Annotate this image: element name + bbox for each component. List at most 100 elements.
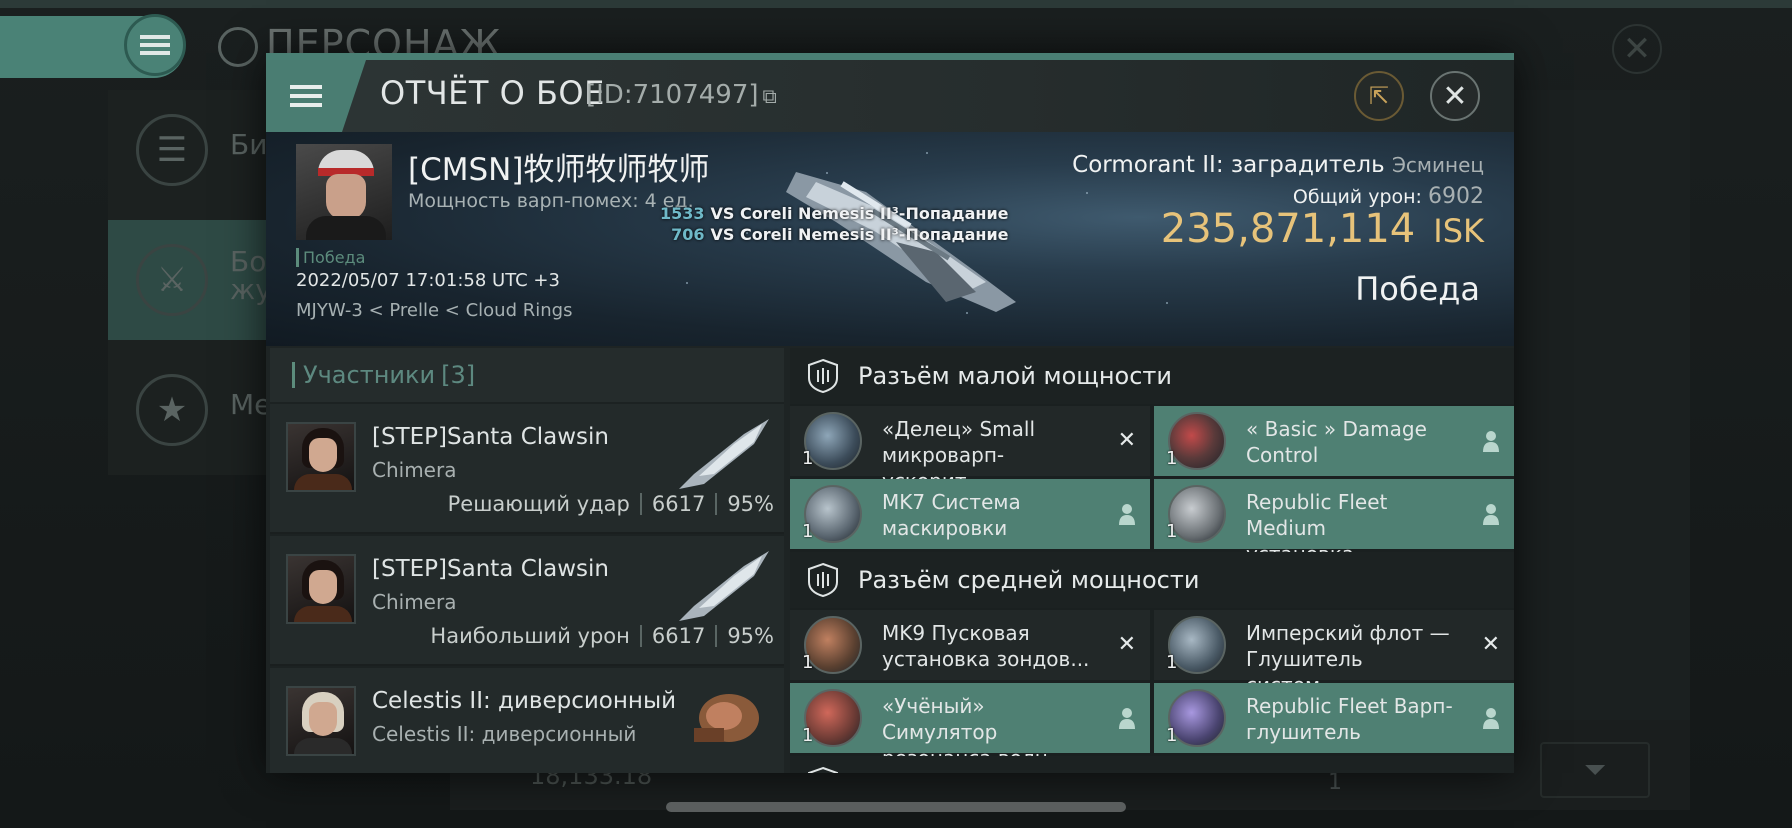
modal-top-accent [266, 53, 1514, 60]
swords-icon: ⚔ [136, 244, 208, 316]
hit-line: 1533 VS Coreli Nemesis II³-Попадание [660, 204, 1009, 223]
copy-icon[interactable]: ⧉ [763, 84, 777, 108]
module-quantity: 1 [802, 725, 814, 746]
person-icon [1119, 504, 1135, 525]
module-slot[interactable]: 1 «Делец» Small микроварп-ускорит... ✕ [790, 406, 1150, 493]
avatar-body [294, 474, 352, 490]
participant-stats: Решающий удар 6617 95% [448, 492, 774, 516]
participant-ship-image [679, 551, 769, 621]
module-quantity: 1 [802, 521, 814, 542]
avatar-body [294, 738, 352, 754]
home-indicator[interactable] [666, 802, 1126, 812]
close-icon[interactable]: ✕ [1430, 71, 1480, 121]
person-icon [1483, 708, 1499, 729]
person-icon [1483, 431, 1499, 452]
sidebar-item-bio[interactable]: ☰ Би [108, 90, 268, 210]
participant-card[interactable]: [STEP]Santa Clawsin Chimera Решающий уда… [270, 404, 784, 534]
isk-amount: 235,871,114 [1160, 206, 1416, 252]
participants-count: [3] [441, 361, 476, 389]
participant-name: [STEP]Santa Clawsin [372, 556, 609, 582]
participant-stats: Наибольший урон 6617 95% [430, 624, 774, 648]
participant-avatar [286, 422, 356, 492]
person-icon [1483, 504, 1499, 525]
participant-ship: Celestis II: диверсионный [372, 722, 637, 746]
participants-header: Участники [3] [270, 348, 784, 402]
star-dot [1086, 192, 1088, 194]
filter-icon[interactable]: ⏷ [1540, 742, 1650, 798]
module-name: « Basic » Damage Control [1246, 417, 1427, 467]
module-quantity: 1 [802, 448, 814, 469]
modal-menu-button[interactable] [266, 60, 366, 132]
hit-value: 706 [671, 225, 705, 244]
participant-name: [STEP]Santa Clawsin [372, 424, 609, 450]
hit-list: 1533 VS Coreli Nemesis II³-Попадание 706 V… [660, 204, 1009, 246]
participant-role: Наибольший урон [430, 624, 630, 648]
report-id[interactable]: [ID:7107497] ⧉ [586, 80, 777, 110]
hit-text: VS Coreli Nemesis II³-Попадание [710, 204, 1009, 223]
avatar-face [309, 702, 337, 736]
participant-avatar [286, 686, 356, 756]
background-menu-icon[interactable] [124, 14, 186, 76]
modal-header: ОТЧЁТ О БОЕ [ID:7107497] ⧉ ⇱ ✕ [266, 60, 1514, 132]
character-icon [218, 26, 258, 67]
sidebar-item-combat-log[interactable]: ⚔ Бо жу [108, 220, 272, 340]
victim-ship-class: Эсминец [1391, 153, 1484, 177]
module-slot[interactable]: 1 Republic Fleet Варп-глушитель [1154, 683, 1514, 753]
destroyed-x-icon: ✕ [1117, 632, 1136, 657]
module-name: MK9 Пусковая установка зондов... [882, 621, 1090, 671]
victim-isk-value: 235,871,114 ISK [1161, 206, 1484, 252]
module-quantity: 1 [802, 652, 814, 673]
killer-portrait[interactable] [296, 144, 392, 240]
stat-separator [715, 493, 718, 515]
participant-percent: 95% [727, 624, 774, 648]
victim-ship[interactable]: Cormorant II: заградитель Эсминец [1072, 152, 1484, 178]
stat-separator [639, 493, 642, 515]
battle-location[interactable]: MJYW-3 < Prelle < Cloud Rings [296, 300, 572, 321]
module-slot[interactable]: 1 « Basic » Damage Control [1154, 406, 1514, 476]
list-icon: ☰ [136, 114, 208, 186]
background-top-bar [0, 0, 1792, 8]
module-slot[interactable]: 1 MK7 Система маскировки [790, 479, 1150, 549]
battle-date: 2022/05/07 17:01:58 UTC +3 [296, 270, 560, 291]
module-slot[interactable]: 1 MK9 Пусковая установка зондов... ✕ [790, 610, 1150, 680]
stat-separator [715, 625, 718, 647]
module-slot[interactable]: 1 Имперский флот — Глушитель систем... ✕ [1154, 610, 1514, 697]
killer-name[interactable]: [CMSN]牧师牧师牧师 [408, 144, 709, 189]
hit-text: VS Coreli Nemesis II³-Попадание [710, 225, 1009, 244]
avatar-body [294, 606, 352, 622]
participant-role: Решающий удар [447, 492, 630, 516]
menu-icon [290, 85, 322, 107]
module-slot[interactable]: 1 «Учёный» Симулятор резонанса волн... [790, 683, 1150, 770]
person-icon [1119, 708, 1135, 729]
star-icon: ★ [136, 374, 208, 446]
module-quantity: 1 [1166, 448, 1178, 469]
portrait-face [326, 174, 366, 220]
module-quantity: 1 [1166, 725, 1178, 746]
hit-line: 706 VS Coreli Nemesis II³-Попадание [660, 225, 1009, 244]
mid-slot-header: Разъём средней мощности [790, 552, 1514, 608]
participant-ship-image [694, 694, 759, 742]
participant-card[interactable]: Celestis II: диверсионный Celestis II: д… [270, 668, 784, 773]
participant-damage: 6617 [651, 492, 706, 516]
module-slot[interactable]: 1 Republic Fleet Medium установка... [1154, 479, 1514, 566]
sidebar-item-medals[interactable]: ★ Ме [108, 350, 271, 470]
warp-disruption: Мощность варп-помех: 4 ед. [408, 190, 694, 212]
participant-damage: 6617 [651, 624, 706, 648]
star-dot [1166, 302, 1168, 304]
shield-slot-icon [808, 766, 838, 773]
background-right-panel [1500, 90, 1690, 790]
next-slot-header [790, 756, 1514, 773]
isk-unit: ISK [1433, 212, 1484, 250]
module-quantity: 1 [1166, 521, 1178, 542]
share-icon[interactable]: ⇱ [1354, 71, 1404, 121]
fitting-panel: Разъём малой мощности 1 «Делец» Small ми… [790, 348, 1514, 773]
participant-card[interactable]: [STEP]Santa Clawsin Chimera Наибольший у… [270, 536, 784, 666]
module-name: Republic Fleet Варп-глушитель [1246, 694, 1453, 744]
stat-separator [639, 625, 642, 647]
battle-result: Победа [1355, 270, 1480, 308]
report-id-text: [ID:7107497] [586, 80, 759, 110]
participant-avatar [286, 554, 356, 624]
participant-name: Celestis II: диверсионный [372, 688, 677, 714]
low-slot-header: Разъём малой мощности [790, 348, 1514, 404]
background-close-icon[interactable]: ✕ [1612, 24, 1662, 74]
